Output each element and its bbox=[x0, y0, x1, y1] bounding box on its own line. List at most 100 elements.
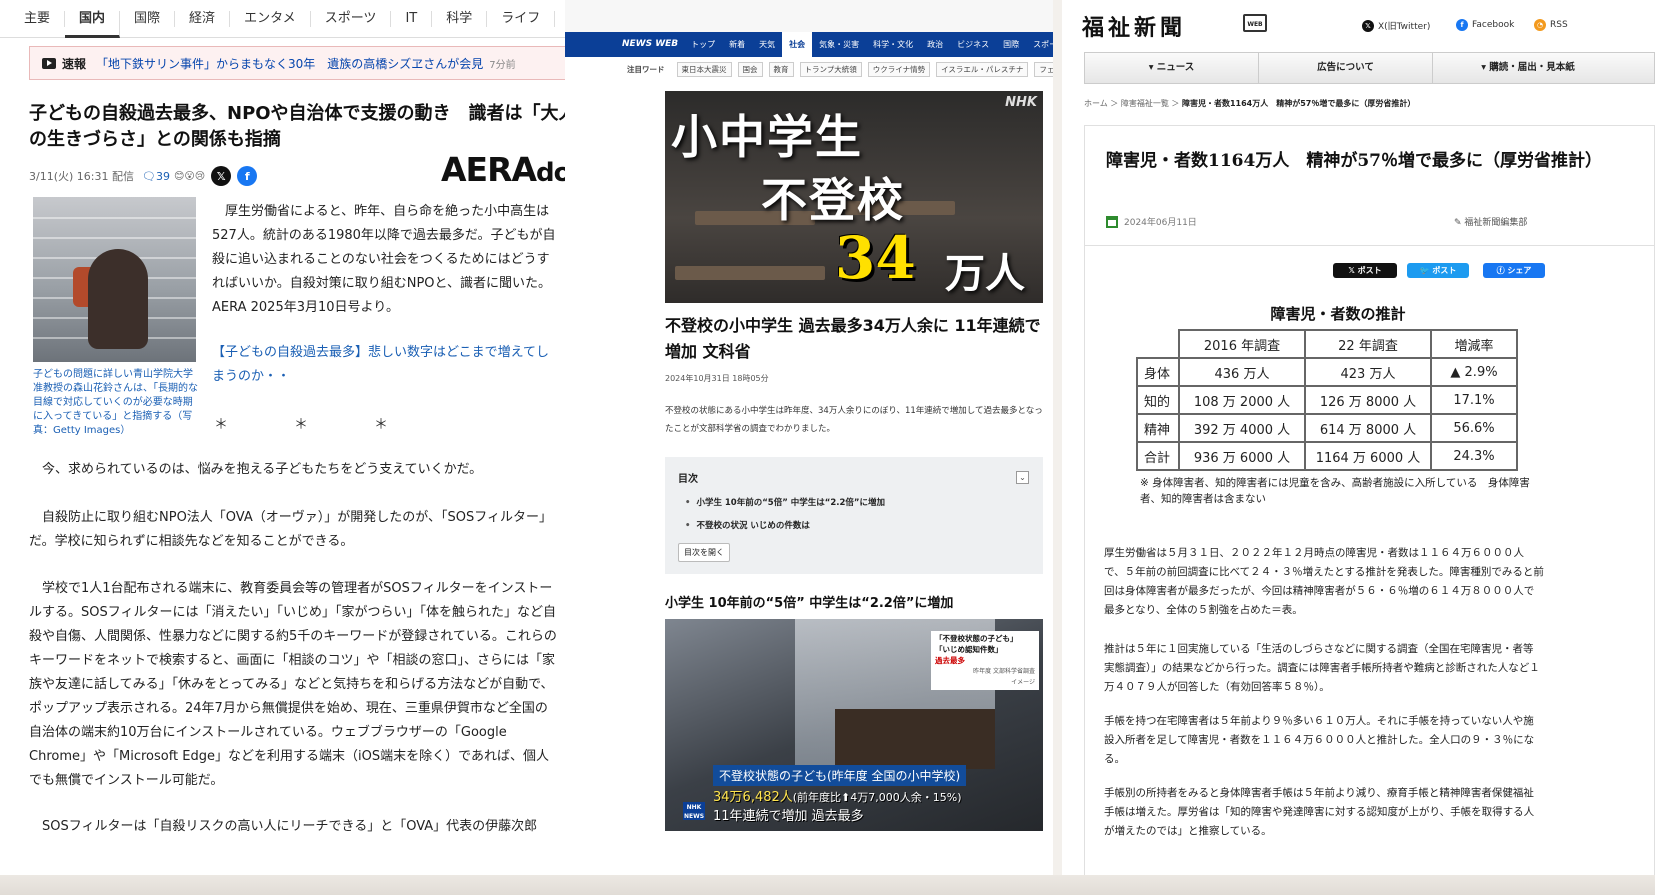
main-menu: ▾ ニュース 広告について ▾ 購読・届出・見本紙 bbox=[1084, 52, 1655, 84]
x-twitter-link[interactable]: 𝕏 X(旧Twitter) bbox=[1362, 19, 1430, 32]
hero-text-line2: 不登校 bbox=[761, 173, 905, 227]
nav-international[interactable]: 国際 bbox=[996, 32, 1026, 57]
caption-figure: 34万6,482人(前年度比⬆4万7,000人余・15%) bbox=[713, 790, 962, 805]
twitter-post-button[interactable]: 🐦 ポスト bbox=[1407, 263, 1469, 278]
trending-word[interactable]: 東日本大震災 bbox=[676, 62, 732, 77]
overlay-label: 「不登校状態の子ども」 「いじめ認知件数」 過去最多 昨年度 文部科学省調査 イ… bbox=[931, 631, 1039, 690]
comments-link[interactable]: 🗨39 bbox=[142, 170, 170, 183]
fukushi-shimbun-panel: 福祉新聞 WEB 𝕏 X(旧Twitter) f Facebook ◔ RSS ▾ ニ… bbox=[1062, 0, 1655, 895]
breadcrumb: ホーム ＞ 障害福祉一覧 ＞ 障害児・者数1164万人 精神が57％増で最多に（… bbox=[1084, 99, 1416, 108]
section-separator: ＊ ＊ ＊ bbox=[214, 417, 414, 433]
tab-it[interactable]: IT bbox=[391, 10, 433, 27]
child-figure bbox=[88, 249, 148, 349]
trending-word[interactable]: 国会 bbox=[737, 62, 763, 77]
table-header bbox=[1137, 330, 1180, 359]
masthead-logo[interactable]: 福祉新聞 bbox=[1082, 10, 1186, 42]
tab-international[interactable]: 国際 bbox=[120, 10, 176, 27]
caption-title: 不登校状態の子ども(昨年度 全国の小中学校) bbox=[713, 765, 967, 786]
tab-domestic[interactable]: 国内 bbox=[65, 10, 121, 38]
tab-entertainment[interactable]: エンタメ bbox=[230, 10, 311, 27]
nav-society[interactable]: 社会 bbox=[782, 32, 813, 57]
toc-item[interactable]: 不登校の状況 いじめの件数は bbox=[685, 519, 809, 531]
top-band bbox=[565, 0, 1053, 32]
video-play-icon bbox=[42, 57, 56, 69]
menu-subscribe[interactable]: ▾ 購読・届出・見本紙 bbox=[1433, 53, 1623, 83]
rss-link[interactable]: ◔ RSS bbox=[1534, 19, 1568, 31]
nav-weather[interactable]: 天気 bbox=[752, 32, 782, 57]
facebook-link[interactable]: f Facebook bbox=[1456, 19, 1514, 31]
toc-title: 目次 bbox=[678, 474, 698, 485]
breaking-label: 速報 bbox=[62, 56, 87, 71]
section-photo[interactable]: 「不登校状態の子ども」 「いじめ認知件数」 過去最多 昨年度 文部科学省調査 イ… bbox=[665, 619, 1043, 831]
article-headline: 子どもの自殺過去最多、NPOや自治体で支援の動き 識者は「大人の生きづらさ」との… bbox=[29, 103, 577, 150]
article-summary: 不登校の状態にある小中学生は昨年度、34万人余りにのぼり、11年連続で増加して過… bbox=[665, 406, 1043, 434]
table-row: 精神 392 万 4000 人 614 万 8000 人 56.6% bbox=[1136, 413, 1518, 443]
breadcrumb-current: 障害児・者数1164万人 精神が57％増で最多に（厚労省推計） bbox=[1181, 99, 1416, 108]
nav-politics[interactable]: 政治 bbox=[920, 32, 950, 57]
nav-business[interactable]: ビジネス bbox=[950, 32, 996, 57]
tab-sports[interactable]: スポーツ bbox=[311, 10, 392, 27]
menu-news[interactable]: ▾ ニュース bbox=[1085, 53, 1259, 83]
tab-economy[interactable]: 経済 bbox=[175, 10, 231, 27]
article-meta: 3/11(火) 16:31 配信 🗨39 😊😮😢 𝕏 f bbox=[29, 166, 258, 186]
toc-open-button[interactable]: 目次を開く bbox=[678, 543, 730, 562]
facebook-share-icon[interactable]: f bbox=[237, 166, 258, 186]
reaction-icons[interactable]: 😊😮😢 bbox=[174, 171, 205, 182]
chevron-down-icon[interactable]: ⌄ bbox=[1016, 471, 1029, 484]
article-headline: 障害児・者数1164万人 精神が57％増で最多に（厚労省推計） bbox=[1106, 151, 1602, 171]
trending-word[interactable]: トランプ大統領 bbox=[799, 62, 862, 77]
author: ✎ 福祉新聞編集部 bbox=[1454, 218, 1528, 228]
yahoo-news-panel: 主要 国内 国際 経済 エンタメ スポーツ IT 科学 ライフ 地域 速報 「地… bbox=[0, 0, 595, 895]
x-post-button[interactable]: 𝕏 ポスト bbox=[1333, 263, 1397, 278]
menu-ads[interactable]: 広告について bbox=[1259, 53, 1433, 83]
calendar-icon bbox=[1106, 215, 1118, 228]
nhk-brand[interactable]: NEWS WEB bbox=[620, 32, 680, 57]
paragraph: 自殺防止に取り組むNPO法人「OVA（オーヴァ）」が開発したのが、「SOSフィル… bbox=[29, 510, 552, 549]
publish-date: 2024年10月31日 18時05分 bbox=[665, 374, 769, 383]
comment-count: 39 bbox=[155, 169, 170, 183]
article-photo[interactable] bbox=[33, 197, 196, 362]
breaking-time: 7分前 bbox=[489, 59, 516, 71]
trending-word[interactable]: イスラエル・パレスチナ bbox=[936, 62, 1029, 77]
toc-item[interactable]: 小学生 10年前の“5倍” 中学生は“2.2倍”に増加 bbox=[685, 496, 885, 508]
facebook-share-button[interactable]: ⓕ シェア bbox=[1483, 263, 1545, 278]
paragraph: 今、求められているのは、悩みを抱える子どもたちをどう支えていくかだ。 bbox=[29, 462, 483, 477]
category-tabs: 主要 国内 国際 経済 エンタメ スポーツ IT 科学 ライフ 地域 bbox=[0, 0, 595, 38]
paragraph: SOSフィルターは「自殺リスクの高い人にリーチできる」と「OVA」代表の伊藤次郎 bbox=[29, 819, 538, 834]
article-headline: 不登校の小中学生 過去最多34万人余に 11年連続で増加 文科省 bbox=[665, 316, 1041, 361]
breadcrumb-home[interactable]: ホーム bbox=[1084, 99, 1108, 108]
publish-date: 2024年06月11日 bbox=[1106, 215, 1197, 228]
table-row: 知的 108 万 2000 人 126 万 8000 人 17.1% bbox=[1136, 385, 1518, 415]
nav-top[interactable]: トップ bbox=[684, 32, 722, 57]
breaking-link[interactable]: 「地下鉄サリン事件」からまもなく30年 遺族の高橋シズヱさんが会見 bbox=[96, 55, 483, 72]
trending-label: 注目ワード bbox=[627, 65, 665, 74]
trending-word[interactable]: 教育 bbox=[768, 62, 794, 77]
rss-icon: ◔ bbox=[1534, 19, 1546, 31]
breaking-news-banner[interactable]: 速報 「地下鉄サリン事件」からまもなく30年 遺族の高橋シズヱさんが会見 7分前 bbox=[29, 46, 584, 80]
breadcrumb-category[interactable]: 障害福祉一覧 bbox=[1121, 99, 1169, 108]
nhk-news-badge: NHK NEWS bbox=[683, 802, 705, 820]
caption-note: 11年連続で増加 過去最多 bbox=[713, 809, 864, 824]
trending-word[interactable]: ウクライナ情勢 bbox=[867, 62, 931, 77]
section-heading: 小学生 10年前の“5倍” 中学生は“2.2倍”に増加 bbox=[665, 596, 954, 611]
x-share-icon[interactable]: 𝕏 bbox=[211, 166, 232, 186]
nav-sports[interactable]: スポーツ bbox=[1026, 32, 1053, 57]
paragraph: 手帳を持つ在宅障害者は５年前より９％多い６１０万人。それに手帳を持っていない人や… bbox=[1104, 715, 1535, 765]
nav-science[interactable]: 科学・文化 bbox=[866, 32, 920, 57]
table-title: 障害児・者数の推計 bbox=[1270, 305, 1406, 323]
table-header: 2016 年調査 bbox=[1178, 329, 1306, 359]
nav-disaster[interactable]: 気象・災害 bbox=[812, 32, 866, 57]
tab-main[interactable]: 主要 bbox=[10, 10, 66, 27]
trending-word[interactable]: フェイク対策 bbox=[1034, 62, 1053, 77]
web-badge: WEB bbox=[1243, 14, 1267, 32]
tab-life[interactable]: ライフ bbox=[487, 10, 556, 27]
disability-count-table: 2016 年調査 22 年調査 増減率 身体 436 万人 423 万人 ▲ 2.9%… bbox=[1136, 329, 1518, 471]
tab-science[interactable]: 科学 bbox=[432, 10, 488, 27]
table-row: 合計 936 万 6000 人 1164 万 6000 人 24.3% bbox=[1136, 441, 1518, 471]
hero-text-line1: 小中学生 bbox=[671, 110, 863, 164]
nav-new[interactable]: 新着 bbox=[722, 32, 752, 57]
hero-image[interactable]: 小中学生 不登校 34 万人 NHK bbox=[665, 91, 1043, 303]
related-article-link[interactable]: 【子どもの自殺過去最多】悲しい数字はどこまで増えてしまうのか・・ bbox=[212, 341, 557, 389]
hero-unit: 万人 bbox=[945, 250, 1025, 297]
nhk-nav-bar: NEWS WEB トップ 新着 天気 社会 気象・災害 科学・文化 政治 ビジネ… bbox=[565, 32, 1053, 57]
